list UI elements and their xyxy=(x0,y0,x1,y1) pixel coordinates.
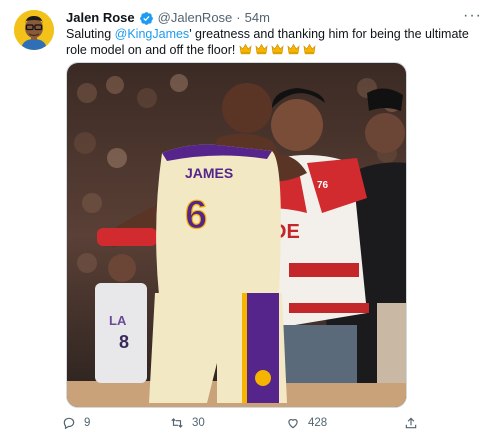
crown-emoji-icon xyxy=(287,43,300,55)
timestamp[interactable]: 54m xyxy=(245,10,270,26)
retweet-count: 30 xyxy=(192,417,205,429)
crown-emoji-icon xyxy=(271,43,284,55)
tweet-actions: 9 30 428 xyxy=(60,416,420,434)
avatar[interactable] xyxy=(14,10,54,50)
crown-emoji-icon xyxy=(255,43,268,55)
share-button[interactable] xyxy=(404,416,418,430)
retweet-button[interactable]: 30 xyxy=(170,416,205,430)
separator-dot: · xyxy=(236,10,241,25)
verified-badge-icon xyxy=(139,11,153,25)
tweet-header: Jalen Rose @JalenRose · 54m xyxy=(66,10,270,26)
photo-illustration: LA 8 DE 76 JAMES 6 xyxy=(67,63,406,407)
reply-icon xyxy=(63,417,75,430)
jersey-name: JAMES xyxy=(185,165,233,181)
crown-emoji-icon xyxy=(239,43,252,55)
like-count: 428 xyxy=(308,417,328,429)
reply-count: 9 xyxy=(84,417,91,429)
retweet-icon xyxy=(171,418,183,428)
crown-emoji-group xyxy=(239,43,319,57)
avatar-icon xyxy=(14,10,54,50)
svg-text:LA: LA xyxy=(109,313,127,328)
share-icon xyxy=(405,417,417,429)
tweet-text: Saluting @KingJames' greatness and thank… xyxy=(66,26,482,58)
reply-button[interactable]: 9 xyxy=(62,416,90,430)
more-options-icon[interactable]: ··· xyxy=(463,8,482,24)
jacket-patch: 76 xyxy=(317,180,329,191)
crown-emoji-icon xyxy=(303,43,316,55)
tweet-text-part: Saluting xyxy=(66,27,115,41)
svg-text:8: 8 xyxy=(119,332,129,352)
heart-icon xyxy=(288,419,298,429)
like-button[interactable]: 428 xyxy=(286,416,327,430)
jersey-number: 6 xyxy=(185,193,207,237)
author-handle[interactable]: @JalenRose xyxy=(158,10,233,26)
tweet-photo[interactable]: LA 8 DE 76 JAMES 6 xyxy=(66,62,407,408)
author-display-name[interactable]: Jalen Rose xyxy=(66,10,135,26)
tweet[interactable]: Jalen Rose @JalenRose · 54m ··· Saluting… xyxy=(0,0,500,440)
mention-link[interactable]: @KingJames xyxy=(115,27,190,41)
